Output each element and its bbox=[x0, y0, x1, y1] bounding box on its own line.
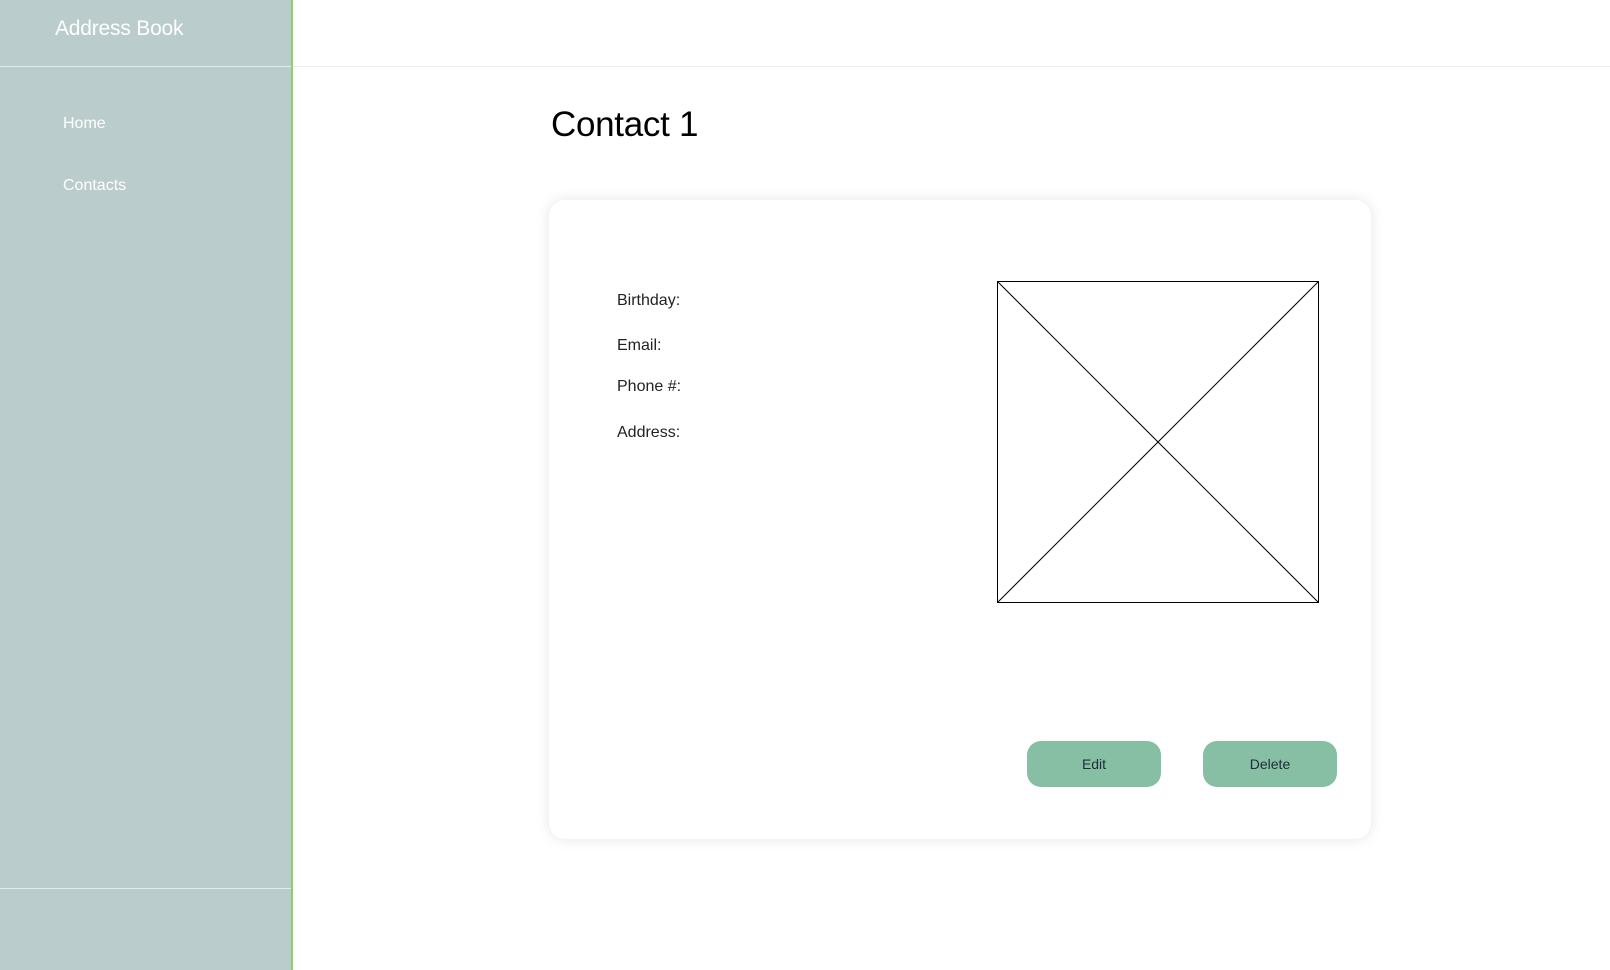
delete-button[interactable]: Delete bbox=[1203, 741, 1337, 787]
birthday-label: Birthday: bbox=[617, 292, 681, 309]
phone-label: Phone #: bbox=[617, 378, 682, 395]
sidebar-item-contacts[interactable]: Contacts bbox=[63, 177, 126, 195]
header-divider bbox=[293, 66, 1610, 67]
sidebar-item-home[interactable]: Home bbox=[63, 115, 106, 133]
contact-card: Birthday: Email: Phone #: Address: Edit … bbox=[549, 200, 1371, 839]
address-label: Address: bbox=[617, 424, 681, 441]
sidebar-footer-divider bbox=[0, 888, 291, 889]
page-title: Contact 1 bbox=[551, 105, 699, 144]
image-placeholder-icon bbox=[997, 281, 1319, 603]
image-placeholder-graphic bbox=[997, 281, 1319, 603]
sidebar-header: Address Book bbox=[0, 0, 291, 67]
edit-button[interactable]: Edit bbox=[1027, 741, 1161, 787]
sidebar: Address Book Home Contacts bbox=[0, 0, 293, 970]
email-label: Email: bbox=[617, 337, 662, 354]
app-window: Address Book Home Contacts Contact 1 Bir… bbox=[0, 0, 1610, 970]
app-title[interactable]: Address Book bbox=[55, 17, 184, 41]
